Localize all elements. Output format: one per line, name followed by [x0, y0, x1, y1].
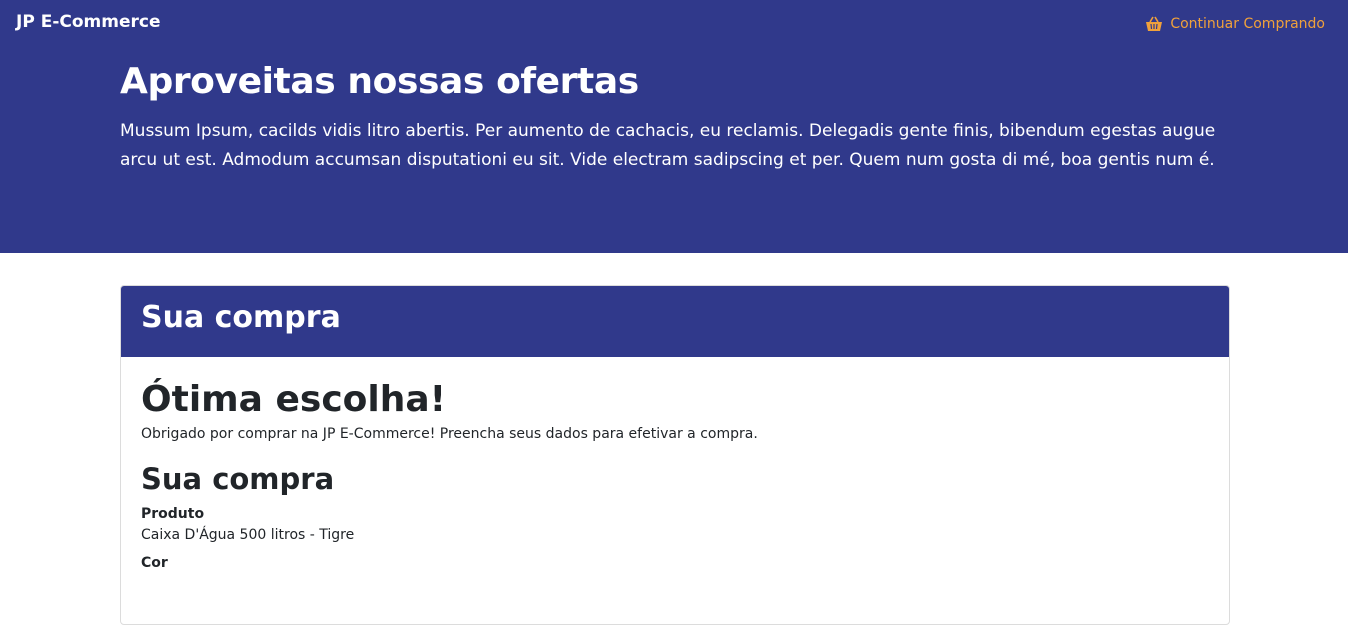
field-color: Cor — [141, 555, 1209, 571]
product-label: Produto — [141, 506, 205, 522]
brand-link[interactable]: JP E-Commerce — [16, 12, 160, 32]
card-header-title: Sua compra — [141, 300, 341, 335]
continue-shopping-link[interactable]: Continuar Comprando — [1145, 16, 1325, 32]
card-body: Ótima escolha! Obrigado por comprar na J… — [121, 357, 1229, 605]
hero-banner: JP E-Commerce Continuar Comprando Aprove… — [0, 0, 1348, 253]
intro-text: Obrigado por comprar na JP E-Commerce! P… — [141, 426, 758, 442]
continue-shopping-label: Continuar Comprando — [1170, 16, 1325, 32]
purchase-section-title: Sua compra — [141, 462, 335, 496]
hero-description: Mussum Ipsum, cacilds vidis litro aberti… — [120, 121, 1216, 170]
field-product: Produto Caixa D'Água 500 litros - Tigre — [141, 506, 1209, 543]
color-label: Cor — [141, 555, 168, 571]
basket-icon — [1146, 16, 1163, 31]
card-header: Sua compra — [121, 286, 1229, 357]
product-value: Caixa D'Água 500 litros - Tigre — [141, 527, 355, 543]
purchase-card: Sua compra Ótima escolha! Obrigado por c… — [120, 285, 1230, 625]
success-heading: Ótima escolha! — [141, 379, 447, 420]
hero-title: Aproveitas nossas ofertas — [120, 61, 639, 102]
